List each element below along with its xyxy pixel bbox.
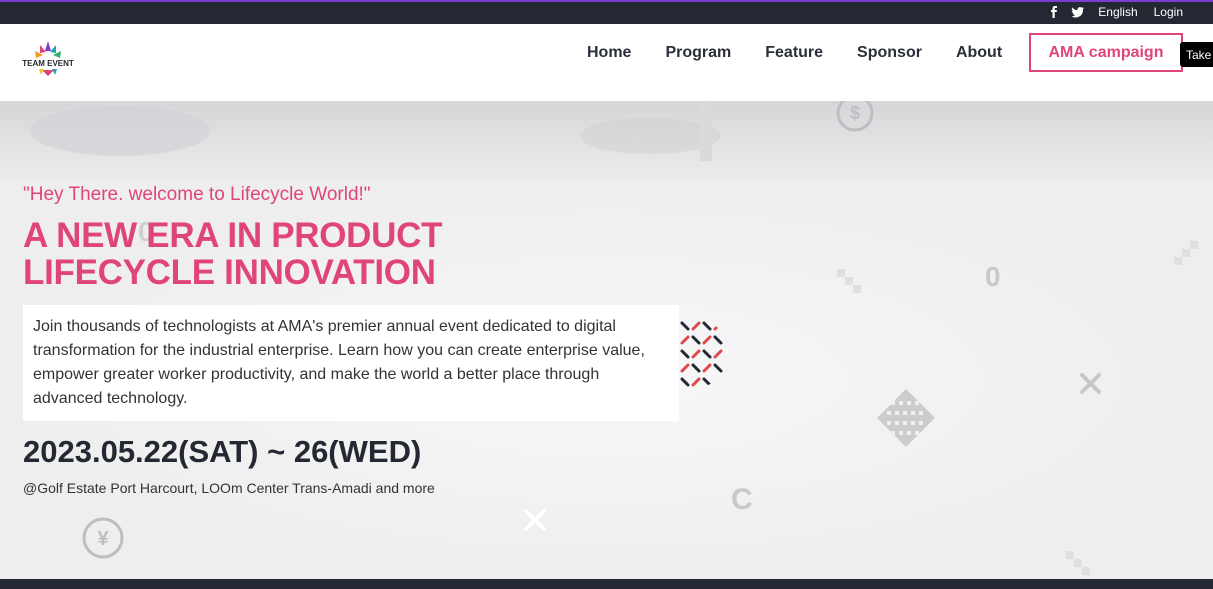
- svg-text:$: $: [850, 103, 860, 123]
- ama-campaign-button[interactable]: AMA campaign: [1029, 33, 1183, 72]
- hero-headline: A NEW ERA IN PRODUCT LIFECYCLE INNOVATIO…: [23, 217, 442, 291]
- login-link[interactable]: Login: [1154, 5, 1183, 19]
- hero-headline-line-2: LIFECYCLE INNOVATION: [23, 253, 436, 292]
- facebook-icon[interactable]: [1047, 5, 1061, 19]
- svg-text:C: C: [731, 483, 753, 516]
- svg-text:TEAM EVENT: TEAM EVENT: [22, 59, 74, 68]
- team-event-logo[interactable]: TEAM EVENT: [22, 39, 74, 83]
- utility-links: English Login: [1098, 5, 1183, 19]
- nav-about[interactable]: About: [956, 43, 1002, 63]
- svg-text:0: 0: [985, 261, 1001, 292]
- hero-description: Join thousands of technologists at AMA's…: [23, 305, 679, 421]
- hero-headline-line-1: A NEW ERA IN PRODUCT: [23, 216, 443, 255]
- main-header: TEAM EVENT Home Program Feature Sponsor …: [0, 24, 1213, 101]
- social-links: [1047, 5, 1085, 19]
- nav-home[interactable]: Home: [587, 43, 631, 63]
- hero-section: $ 0 0 C ¥ "Hey There. welcome to Lifecyc…: [0, 101, 1213, 579]
- event-venue: @Golf Estate Port Harcourt, LOOm Center …: [23, 480, 435, 496]
- svg-text:¥: ¥: [97, 528, 109, 550]
- floating-tooltip[interactable]: Take: [1180, 42, 1213, 67]
- section-divider-bar: [0, 579, 1213, 589]
- language-selector[interactable]: English: [1098, 5, 1137, 19]
- nav-sponsor[interactable]: Sponsor: [857, 43, 922, 63]
- nav-program[interactable]: Program: [665, 43, 731, 63]
- top-utility-bar: English Login: [0, 0, 1213, 24]
- hero-greeting: "Hey There. welcome to Lifecycle World!": [23, 184, 371, 205]
- nav-feature[interactable]: Feature: [765, 43, 823, 63]
- main-navigation: Home Program Feature Sponsor About: [587, 43, 1002, 63]
- event-date: 2023.05.22(SAT) ~ 26(WED): [23, 434, 422, 469]
- twitter-icon[interactable]: [1071, 5, 1085, 19]
